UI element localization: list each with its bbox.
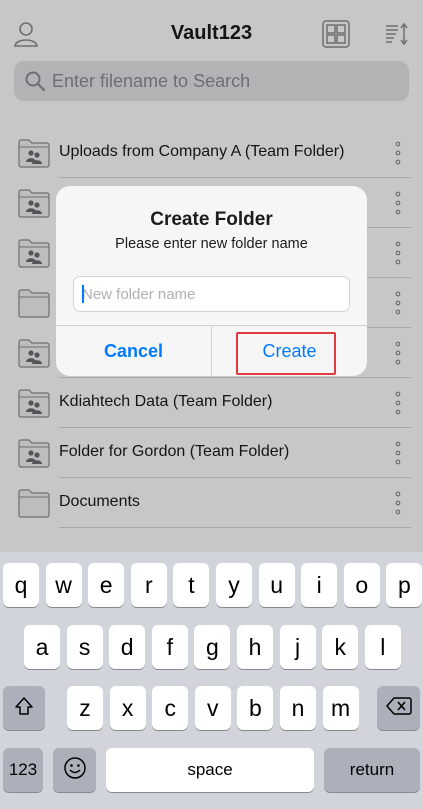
key-u[interactable]: u: [258, 563, 295, 607]
key-k[interactable]: k: [322, 625, 359, 669]
dialog-message: Please enter new folder name: [115, 236, 308, 252]
shift-icon: [13, 695, 35, 722]
text-cursor: [82, 285, 84, 303]
key-g[interactable]: g: [194, 625, 231, 669]
numbers-key[interactable]: 123: [3, 748, 43, 792]
create-folder-dialog: Create Folder Please enter new folder na…: [56, 186, 367, 376]
emoji-key[interactable]: [53, 748, 96, 792]
key-f[interactable]: f: [151, 625, 188, 669]
folder-name-input[interactable]: [73, 276, 350, 312]
key-l[interactable]: l: [364, 625, 401, 669]
key-i[interactable]: i: [301, 563, 338, 607]
key-h[interactable]: h: [237, 625, 273, 669]
space-key[interactable]: space: [106, 748, 314, 792]
key-p[interactable]: p: [386, 563, 423, 607]
key-c[interactable]: c: [152, 686, 189, 730]
keyboard: qwertyuiop asdfghjkl zxcvbnm 123 space r…: [0, 552, 423, 809]
key-n[interactable]: n: [280, 686, 316, 730]
key-r[interactable]: r: [130, 563, 167, 607]
key-b[interactable]: b: [237, 686, 274, 730]
key-z[interactable]: z: [67, 686, 103, 730]
create-button[interactable]: Create: [212, 326, 367, 376]
return-key[interactable]: return: [324, 748, 420, 792]
key-s[interactable]: s: [66, 625, 103, 669]
dialog-title: Create Folder: [150, 209, 273, 230]
cancel-button[interactable]: Cancel: [56, 326, 211, 376]
key-v[interactable]: v: [194, 686, 231, 730]
key-d[interactable]: d: [109, 625, 146, 669]
key-y[interactable]: y: [216, 563, 252, 607]
key-t[interactable]: t: [173, 563, 210, 607]
key-q[interactable]: q: [3, 563, 39, 607]
key-o[interactable]: o: [343, 563, 380, 607]
key-e[interactable]: e: [88, 563, 125, 607]
key-x[interactable]: x: [109, 686, 146, 730]
emoji-icon: [63, 756, 87, 785]
key-m[interactable]: m: [322, 686, 359, 730]
key-j[interactable]: j: [279, 625, 316, 669]
key-a[interactable]: a: [24, 625, 60, 669]
key-w[interactable]: w: [45, 563, 82, 607]
shift-key[interactable]: [3, 686, 45, 730]
backspace-icon: [385, 696, 412, 721]
delete-key[interactable]: [377, 686, 420, 730]
